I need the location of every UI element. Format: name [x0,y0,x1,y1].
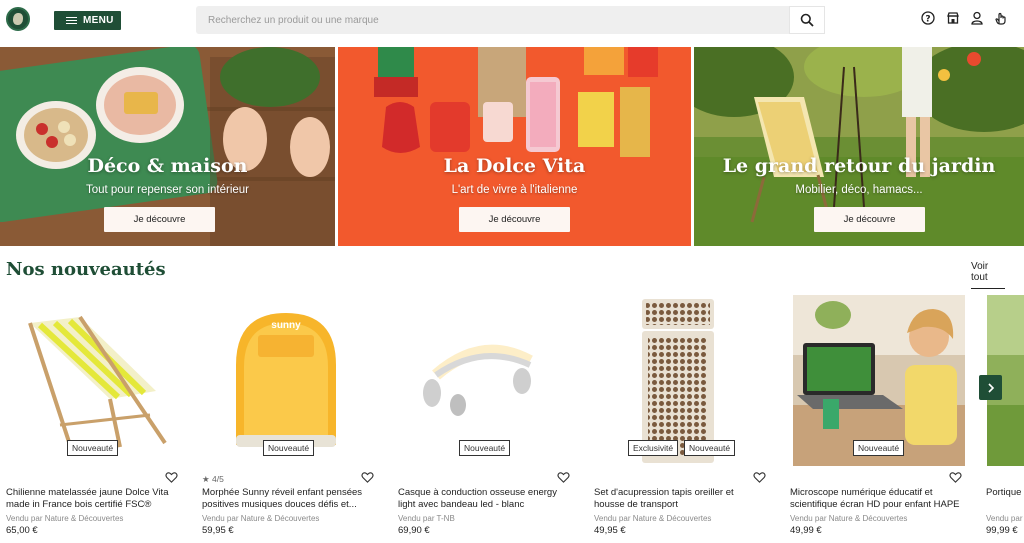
product-price: 49,99 € [790,525,822,536]
hand-icon[interactable] [993,10,1009,26]
product-price: 59,95 € [202,525,234,536]
discover-button[interactable]: Je découvre [104,207,215,232]
product-name[interactable]: Set d'acupression tapis oreiller et hous… [594,487,764,511]
banner-subtitle: L'art de vivre à l'italienne [451,184,578,196]
svg-text:?: ? [925,15,930,25]
product-vendor: Vendu par [986,514,1023,523]
site-header: MENU ? [0,0,1024,42]
menu-label: MENU [83,15,114,26]
menu-button[interactable]: MENU [54,11,121,30]
product-price: 99,99 € [986,525,1018,536]
product-name[interactable]: Casque à conduction osseuse energy light… [398,487,568,511]
exclusive-badge: Exclusivité [628,440,679,456]
product-vendor: Vendu par Nature & Découvertes [6,514,124,523]
svg-text:sunny: sunny [271,320,301,331]
product-card[interactable] [987,295,1024,543]
banner-jardin[interactable]: Le grand retour du jardin Mobilier, déco… [694,47,1024,246]
heart-icon[interactable] [165,471,179,485]
account-icon[interactable] [969,10,985,26]
search-button[interactable] [789,6,825,34]
search-icon [800,13,814,27]
search-input[interactable] [196,6,789,34]
product-name[interactable]: Microscope numérique éducatif et scienti… [790,487,960,511]
new-badge: Nouveauté [263,440,315,456]
new-badge: Nouveauté [459,440,511,456]
heart-icon[interactable] [753,471,767,485]
hamburger-icon [66,16,77,25]
product-price: 65,00 € [6,525,38,536]
banner-title: Le grand retour du jardin [722,155,996,177]
banner-deco-maison[interactable]: Déco & maison Tout pour repenser son int… [0,47,335,246]
product-vendor: Vendu par Nature & Découvertes [202,514,320,523]
search-bar [196,6,825,34]
heart-icon[interactable] [557,471,571,485]
banner-title: La Dolce Vita [443,155,586,177]
discover-button[interactable]: Je découvre [459,207,570,232]
product-name[interactable]: Morphée Sunny réveil enfant pensées posi… [202,487,372,511]
discover-button[interactable]: Je découvre [814,207,925,232]
see-all-link[interactable]: Voir tout [971,261,1005,289]
product-price: 49,95 € [594,525,626,536]
banner-dolce-vita[interactable]: La Dolce Vita L'art de vivre à l'italien… [338,47,691,246]
chevron-right-icon [987,382,994,393]
product-vendor: Vendu par Nature & Découvertes [790,514,908,523]
product-vendor: Vendu par Nature & Découvertes [594,514,712,523]
product-name[interactable]: Portique e [986,487,1024,499]
banner-subtitle: Mobilier, déco, hamacs... [795,184,923,196]
globe-logo-icon[interactable] [6,7,30,31]
store-icon[interactable] [945,10,961,26]
new-badge: Nouveauté [853,440,905,456]
help-icon[interactable]: ? [920,10,936,26]
product-rating: ★ 4/5 [202,474,224,484]
heart-icon[interactable] [949,471,963,485]
heart-icon[interactable] [361,471,375,485]
product-name[interactable]: Chilienne matelassée jaune Dolce Vita ma… [6,487,176,511]
banner-subtitle: Tout pour repenser son intérieur [85,184,249,196]
product-price: 69,90 € [398,525,430,536]
product-vendor: Vendu par T-NB [398,514,455,523]
banner-title: Déco & maison [87,155,248,177]
new-badge: Nouveauté [684,440,736,456]
new-badge: Nouveauté [67,440,119,456]
section-title: Nos nouveautés [6,259,166,280]
carousel-next-button[interactable] [979,375,1002,400]
